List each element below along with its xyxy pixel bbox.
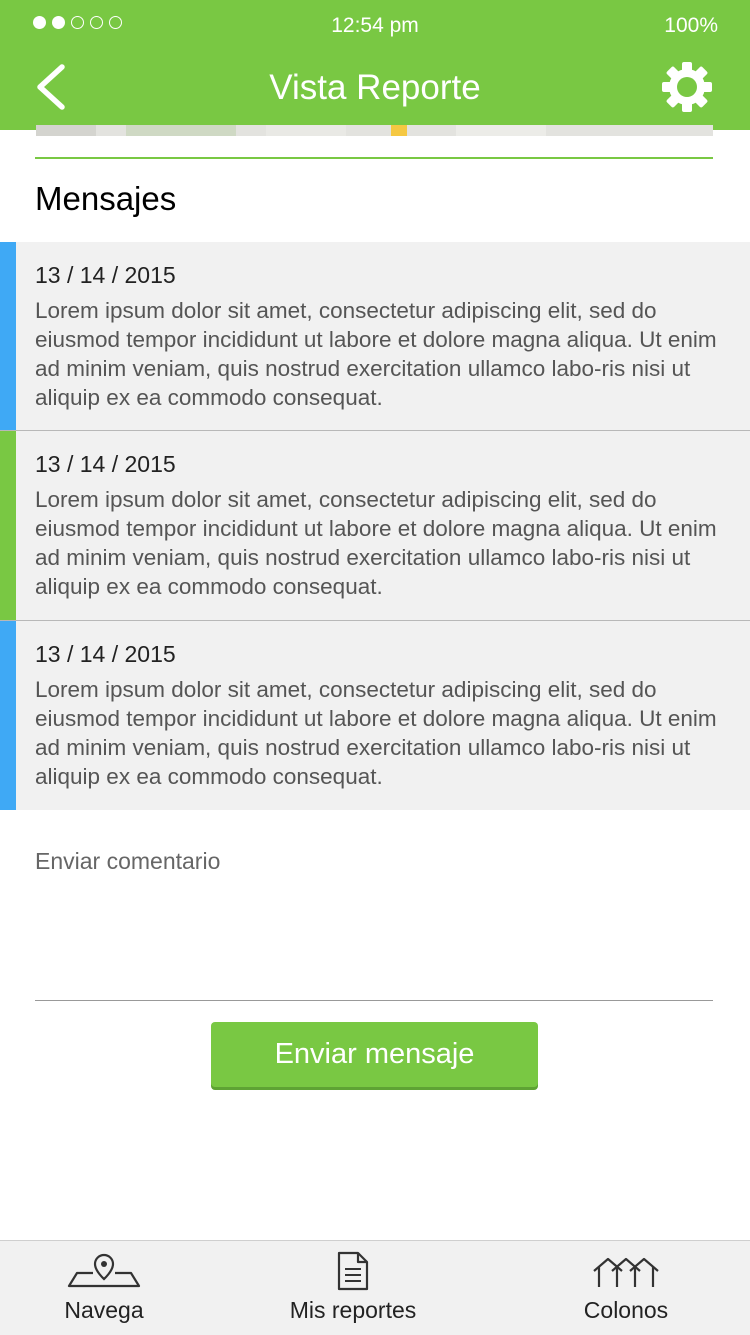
app-header: 12:54 pm 100% Vista Reporte xyxy=(0,0,750,130)
message-accent-bar xyxy=(0,431,16,620)
map-road xyxy=(456,125,546,136)
message-text: Lorem ipsum dolor sit amet, consectetur … xyxy=(35,487,717,599)
message-accent-bar xyxy=(0,242,16,430)
message-date: 13 / 14 / 2015 xyxy=(35,262,176,288)
nav-label: Navega xyxy=(64,1297,144,1323)
nav-label: Colonos xyxy=(583,1297,669,1323)
message-text: Lorem ipsum dolor sit amet, consectetur … xyxy=(35,298,717,410)
houses-icon xyxy=(593,1257,659,1287)
nav-item-mis-reportes[interactable]: Mis reportes xyxy=(273,1241,433,1335)
status-bar: 12:54 pm 100% xyxy=(0,0,750,50)
document-icon xyxy=(337,1251,369,1291)
comment-field[interactable]: Enviar comentario xyxy=(35,848,220,875)
messages-list: 13 / 14 / 2015 Lorem ipsum dolor sit ame… xyxy=(0,242,750,810)
map-road xyxy=(266,125,346,136)
section-divider xyxy=(35,157,713,159)
nav-item-navega[interactable]: Navega xyxy=(40,1241,168,1335)
message-item: 13 / 14 / 2015 Lorem ipsum dolor sit ame… xyxy=(0,621,750,810)
gear-icon xyxy=(662,62,712,112)
message-text: Lorem ipsum dolor sit amet, consectetur … xyxy=(35,677,717,789)
map-park xyxy=(126,125,236,136)
page-title: Vista Reporte xyxy=(269,68,481,107)
message-accent-bar xyxy=(0,621,16,810)
nav-item-colonos[interactable]: Colonos xyxy=(566,1241,686,1335)
message-item: 13 / 14 / 2015 Lorem ipsum dolor sit ame… xyxy=(0,431,750,621)
map-highway xyxy=(391,125,407,136)
battery-level: 100% xyxy=(664,14,718,37)
message-date: 13 / 14 / 2015 xyxy=(35,451,176,477)
map-pin-icon xyxy=(67,1253,141,1288)
settings-button[interactable] xyxy=(660,60,714,114)
send-message-button[interactable]: Enviar mensaje xyxy=(211,1022,538,1087)
messages-heading: Mensajes xyxy=(35,180,177,217)
message-date: 13 / 14 / 2015 xyxy=(35,641,176,667)
map-preview[interactable] xyxy=(36,125,713,136)
comment-underline xyxy=(35,1000,713,1001)
nav-label: Mis reportes xyxy=(289,1297,417,1323)
message-item: 13 / 14 / 2015 Lorem ipsum dolor sit ame… xyxy=(0,242,750,431)
bottom-nav: Navega Mis reportes Colonos xyxy=(0,1240,750,1335)
status-time: 12:54 pm xyxy=(331,14,419,37)
map-road xyxy=(36,125,96,136)
